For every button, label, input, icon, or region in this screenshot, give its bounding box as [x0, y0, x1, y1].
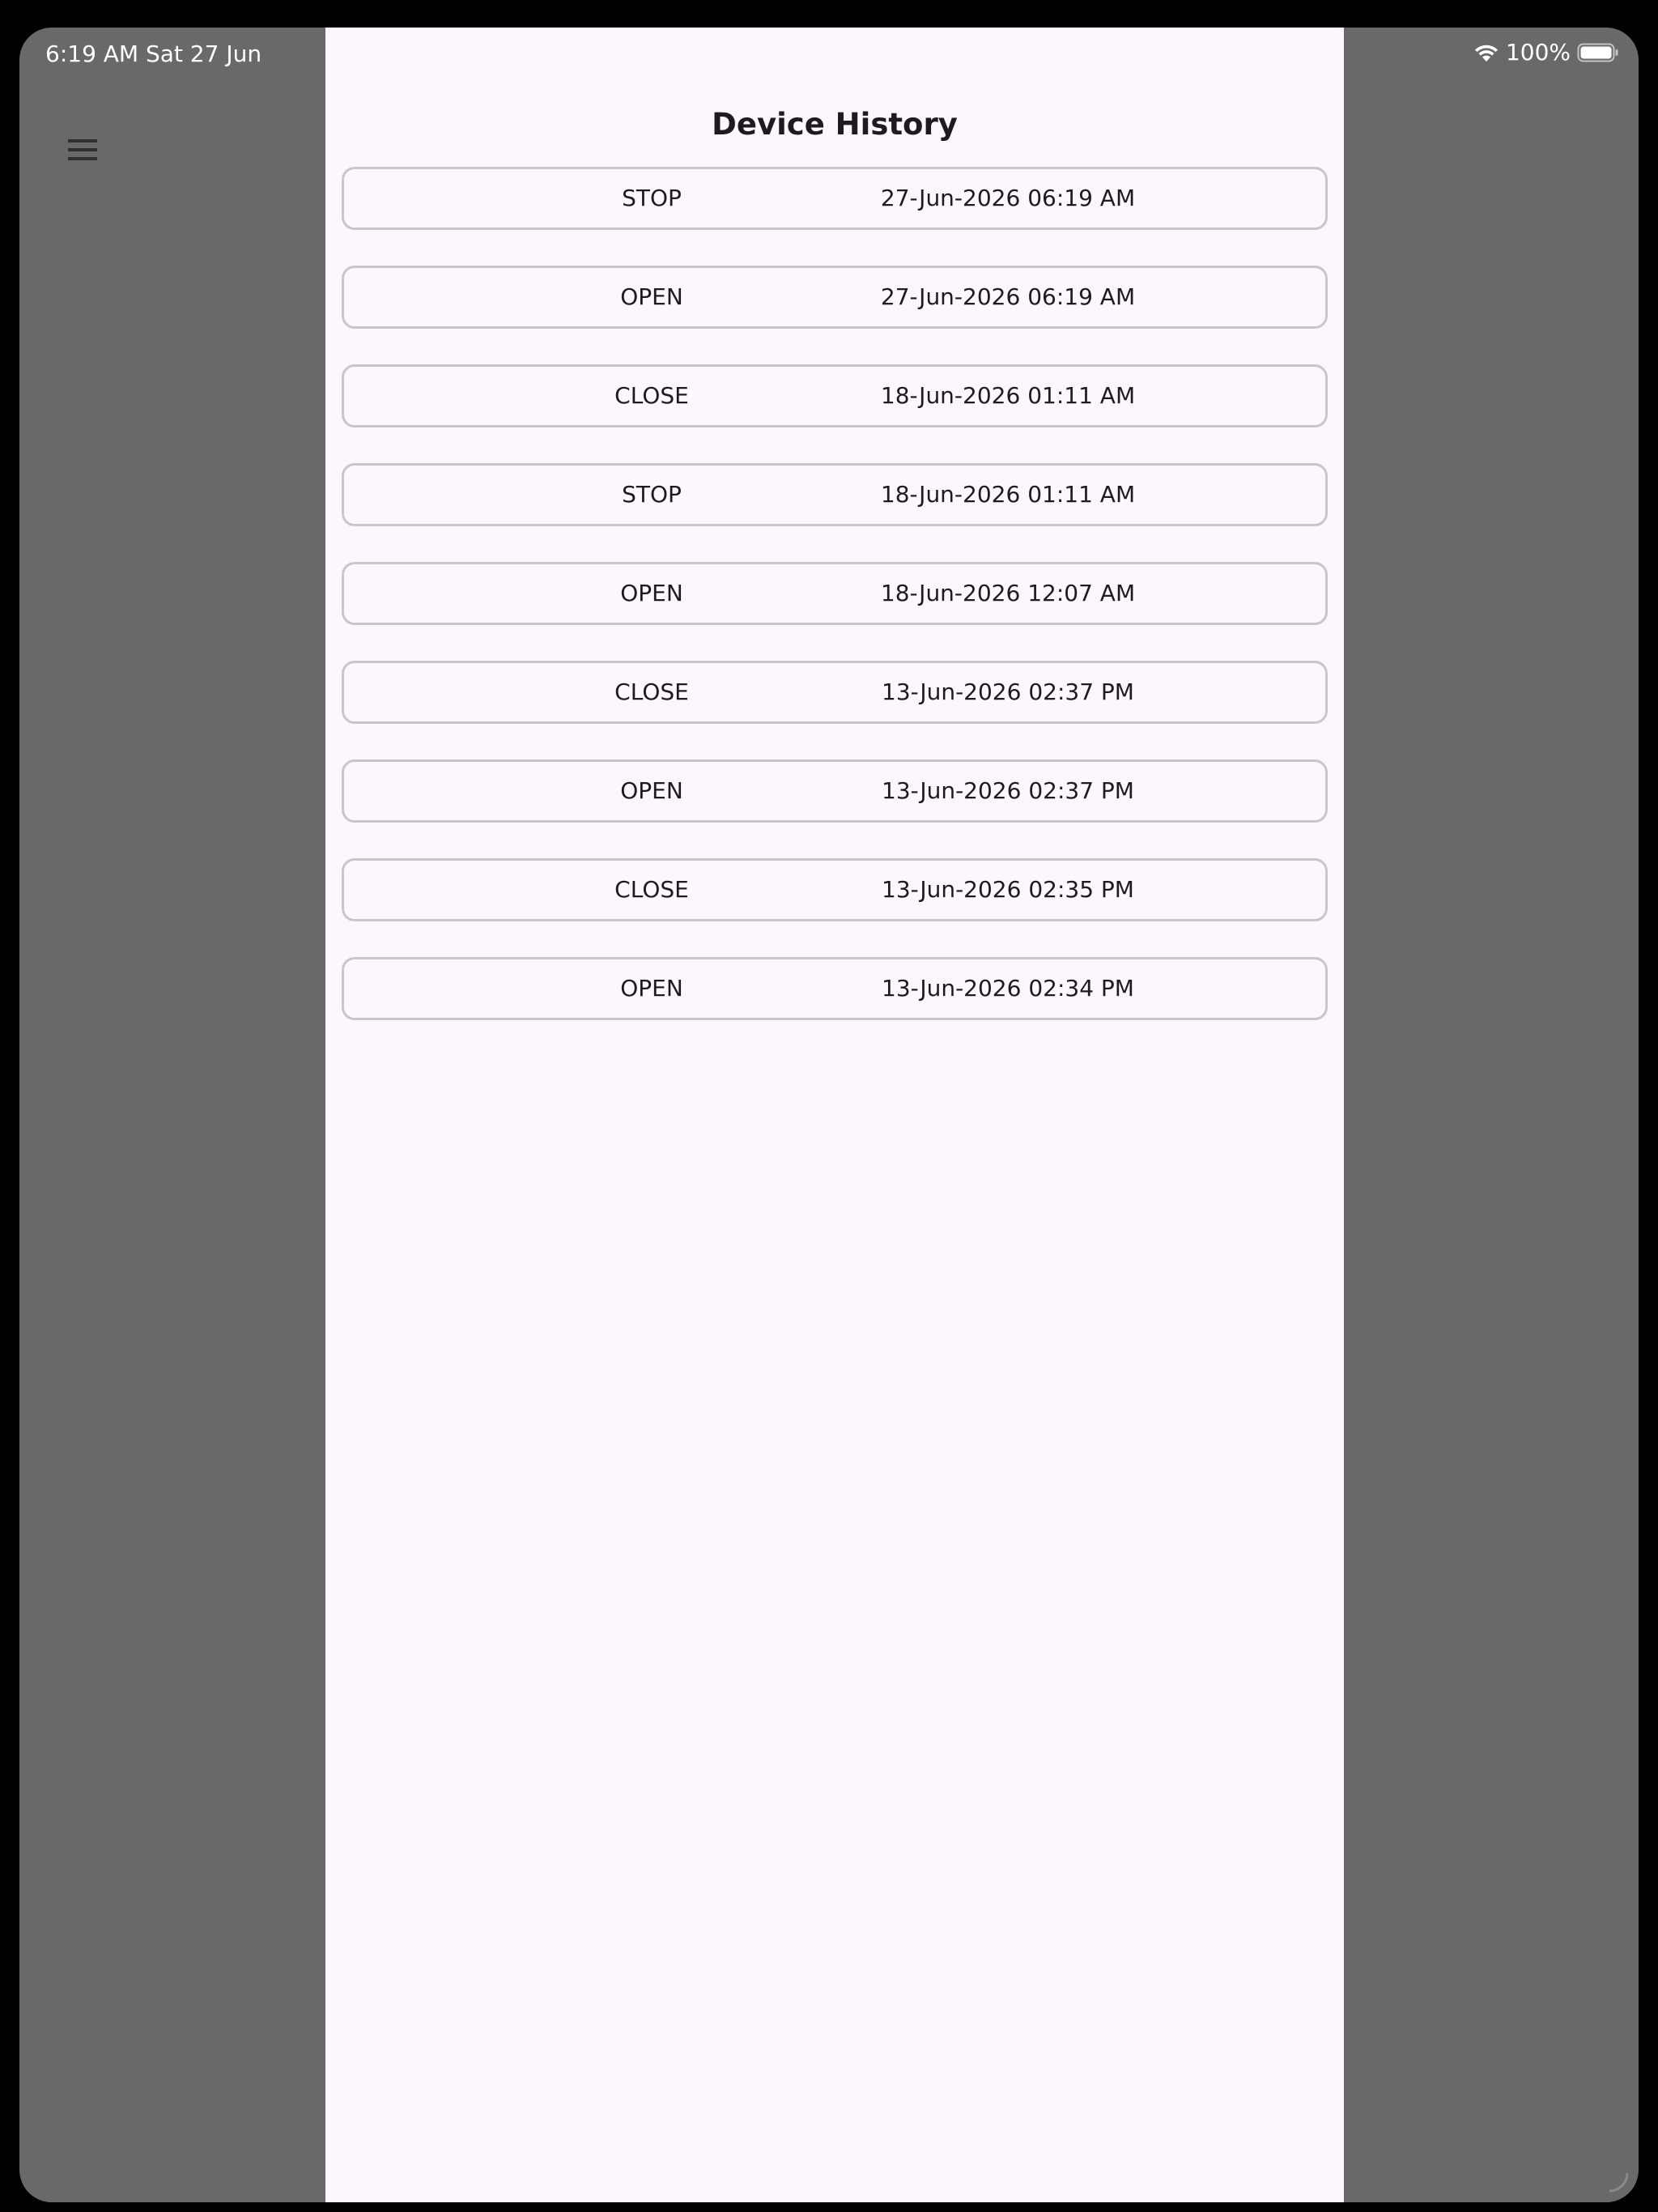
history-action: CLOSE	[614, 876, 689, 903]
history-action: CLOSE	[614, 678, 689, 705]
history-timestamp: 13-Jun-2026 02:34 PM	[882, 975, 1134, 1002]
history-row[interactable]: CLOSE 13-Jun-2026 02:37 PM	[342, 661, 1328, 724]
status-date: Sat 27 Jun	[146, 40, 262, 67]
battery-full-icon	[1577, 43, 1618, 62]
history-timestamp: 18-Jun-2026 01:11 AM	[880, 382, 1136, 409]
history-list: STOP 27-Jun-2026 06:19 AM OPEN 27-Jun-20…	[342, 167, 1328, 1056]
resize-corner-icon	[1609, 2172, 1629, 2193]
hamburger-menu-icon[interactable]	[66, 136, 99, 164]
history-action: CLOSE	[614, 382, 689, 409]
history-action: OPEN	[620, 283, 683, 310]
history-row[interactable]: OPEN 13-Jun-2026 02:37 PM	[342, 759, 1328, 823]
history-row[interactable]: OPEN 18-Jun-2026 12:07 AM	[342, 562, 1328, 625]
page-title: Device History	[712, 107, 958, 142]
history-action: STOP	[622, 185, 682, 211]
history-row[interactable]: OPEN 13-Jun-2026 02:34 PM	[342, 957, 1328, 1020]
history-action: OPEN	[620, 975, 683, 1002]
history-timestamp: 13-Jun-2026 02:37 PM	[882, 777, 1134, 804]
history-timestamp: 27-Jun-2026 06:19 AM	[880, 185, 1136, 211]
status-bar: 6:19 AM Sat 27 Jun 100%	[19, 28, 1639, 83]
history-timestamp: 18-Jun-2026 12:07 AM	[880, 580, 1136, 606]
history-action: OPEN	[620, 777, 683, 804]
history-row[interactable]: OPEN 27-Jun-2026 06:19 AM	[342, 266, 1328, 329]
history-action: STOP	[622, 481, 682, 508]
status-indicators: 100%	[1473, 39, 1619, 66]
history-row[interactable]: CLOSE 18-Jun-2026 01:11 AM	[342, 364, 1328, 428]
wifi-icon	[1474, 45, 1498, 62]
status-time: 6:19 AM	[45, 40, 139, 67]
device-history-sheet: Device History STOP 27-Jun-2026 06:19 AM…	[325, 28, 1344, 2202]
history-action: OPEN	[620, 580, 683, 606]
history-timestamp: 27-Jun-2026 06:19 AM	[880, 283, 1136, 310]
history-timestamp: 13-Jun-2026 02:37 PM	[882, 678, 1134, 705]
history-timestamp: 13-Jun-2026 02:35 PM	[882, 876, 1134, 903]
history-row[interactable]: STOP 27-Jun-2026 06:19 AM	[342, 167, 1328, 230]
history-timestamp: 18-Jun-2026 01:11 AM	[880, 481, 1136, 508]
history-row[interactable]: CLOSE 13-Jun-2026 02:35 PM	[342, 858, 1328, 921]
history-row[interactable]: STOP 18-Jun-2026 01:11 AM	[342, 463, 1328, 526]
device-screen: 6:19 AM Sat 27 Jun 100% Device History S…	[19, 28, 1639, 2202]
battery-percentage: 100%	[1505, 39, 1571, 66]
